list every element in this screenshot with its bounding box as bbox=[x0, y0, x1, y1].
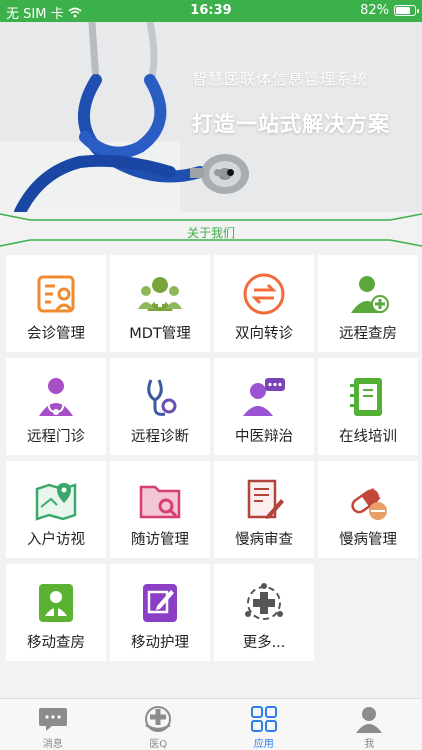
battery-percent: 82% bbox=[360, 3, 389, 18]
app-tile[interactable]: 慢病管理 bbox=[318, 461, 418, 558]
app-tile[interactable]: 更多... bbox=[214, 564, 314, 661]
tab-label: 我 bbox=[364, 739, 375, 750]
doctor-stethoscope-icon bbox=[31, 374, 81, 420]
tab-label: 应用 bbox=[253, 739, 274, 750]
promo-banner[interactable]: 智慧医联体信息管理系统 打造一站式解决方案 bbox=[0, 22, 422, 212]
app-tile[interactable]: 入户访视 bbox=[6, 461, 106, 558]
tab-label: 消息 bbox=[42, 739, 63, 750]
app-tile[interactable]: 远程门诊 bbox=[6, 358, 106, 455]
about-us-link[interactable]: 关于我们 bbox=[0, 224, 422, 241]
carousel-dots[interactable] bbox=[214, 169, 234, 176]
person-chat-icon bbox=[239, 374, 289, 420]
notebook-icon bbox=[343, 374, 393, 420]
profile-icon bbox=[355, 705, 383, 733]
app-tile[interactable]: 中医辩治 bbox=[214, 358, 314, 455]
carousel-dot-active[interactable] bbox=[227, 169, 234, 176]
app-tile-label: 移动护理 bbox=[131, 635, 189, 651]
status-right: 82% bbox=[360, 3, 419, 18]
two-way-arrows-icon bbox=[239, 271, 289, 317]
app-tile-label: 入户访视 bbox=[27, 532, 85, 548]
app-tile[interactable]: 会诊管理 bbox=[6, 255, 106, 352]
more-plus-icon bbox=[239, 580, 289, 626]
stethoscope-icon bbox=[135, 374, 185, 420]
apps-grid-icon bbox=[250, 705, 278, 733]
document-pen-icon bbox=[239, 477, 289, 523]
battery-icon bbox=[394, 5, 419, 16]
app-tile-label: 在线培训 bbox=[339, 429, 397, 445]
app-tile-label: 远程查房 bbox=[339, 326, 397, 342]
app-tile-label: 更多... bbox=[242, 635, 286, 651]
banner-subtitle: 智慧医联体信息管理系统 bbox=[192, 70, 369, 88]
tab-medical-q[interactable]: 医Q bbox=[106, 699, 212, 750]
carousel-dot[interactable] bbox=[214, 169, 221, 176]
mdt-team-icon bbox=[135, 271, 185, 317]
app-tile[interactable]: 移动查房 bbox=[6, 564, 106, 661]
medical-q-icon bbox=[143, 705, 173, 733]
app-tile[interactable]: MDT管理 bbox=[110, 255, 210, 352]
app-tile[interactable]: 慢病审查 bbox=[214, 461, 314, 558]
app-tile[interactable]: 远程诊断 bbox=[110, 358, 210, 455]
tab-apps-grid[interactable]: 应用 bbox=[211, 699, 317, 750]
app-tile-label: 慢病审查 bbox=[235, 532, 293, 548]
map-pin-icon bbox=[31, 477, 81, 523]
doctor-plus-icon bbox=[343, 271, 393, 317]
tab-message[interactable]: 消息 bbox=[0, 699, 106, 750]
section-divider: 关于我们 bbox=[0, 212, 422, 250]
app-tile-label: 慢病管理 bbox=[339, 532, 397, 548]
app-tile-label: 移动查房 bbox=[27, 635, 85, 651]
tab-label: 医Q bbox=[149, 739, 168, 750]
mobile-doctor-icon bbox=[31, 580, 81, 626]
app-tile-label: 远程门诊 bbox=[27, 429, 85, 445]
app-tile-label: MDT管理 bbox=[129, 326, 191, 342]
tab-profile[interactable]: 我 bbox=[317, 699, 422, 750]
tab-bar: 消息 医Q 应用 我 bbox=[0, 698, 422, 750]
app-tile-label: 随访管理 bbox=[131, 532, 189, 548]
pills-icon bbox=[343, 477, 393, 523]
app-tile-label: 中医辩治 bbox=[235, 429, 293, 445]
app-tile[interactable]: 在线培训 bbox=[318, 358, 418, 455]
app-tile[interactable]: 移动护理 bbox=[110, 564, 210, 661]
edit-square-icon bbox=[135, 580, 185, 626]
clock: 16:39 bbox=[190, 3, 232, 18]
app-grid: 会诊管理 MDT管理 双向转诊 远程查房远程门诊 远程诊断 中医辩治 在线培训入户访视 随访管… bbox=[6, 255, 418, 661]
message-icon bbox=[38, 705, 68, 733]
app-tile-label: 远程诊断 bbox=[131, 429, 189, 445]
app-tile[interactable]: 远程查房 bbox=[318, 255, 418, 352]
consultation-form-icon bbox=[31, 271, 81, 317]
app-tile-label: 双向转诊 bbox=[235, 326, 293, 342]
banner-title: 打造一站式解决方案 bbox=[192, 112, 390, 136]
folder-search-icon bbox=[135, 477, 185, 523]
app-tile[interactable]: 随访管理 bbox=[110, 461, 210, 558]
status-bar: 无 SIM 卡 16:39 82% bbox=[0, 0, 422, 22]
app-tile-label: 会诊管理 bbox=[27, 326, 85, 342]
app-tile[interactable]: 双向转诊 bbox=[214, 255, 314, 352]
